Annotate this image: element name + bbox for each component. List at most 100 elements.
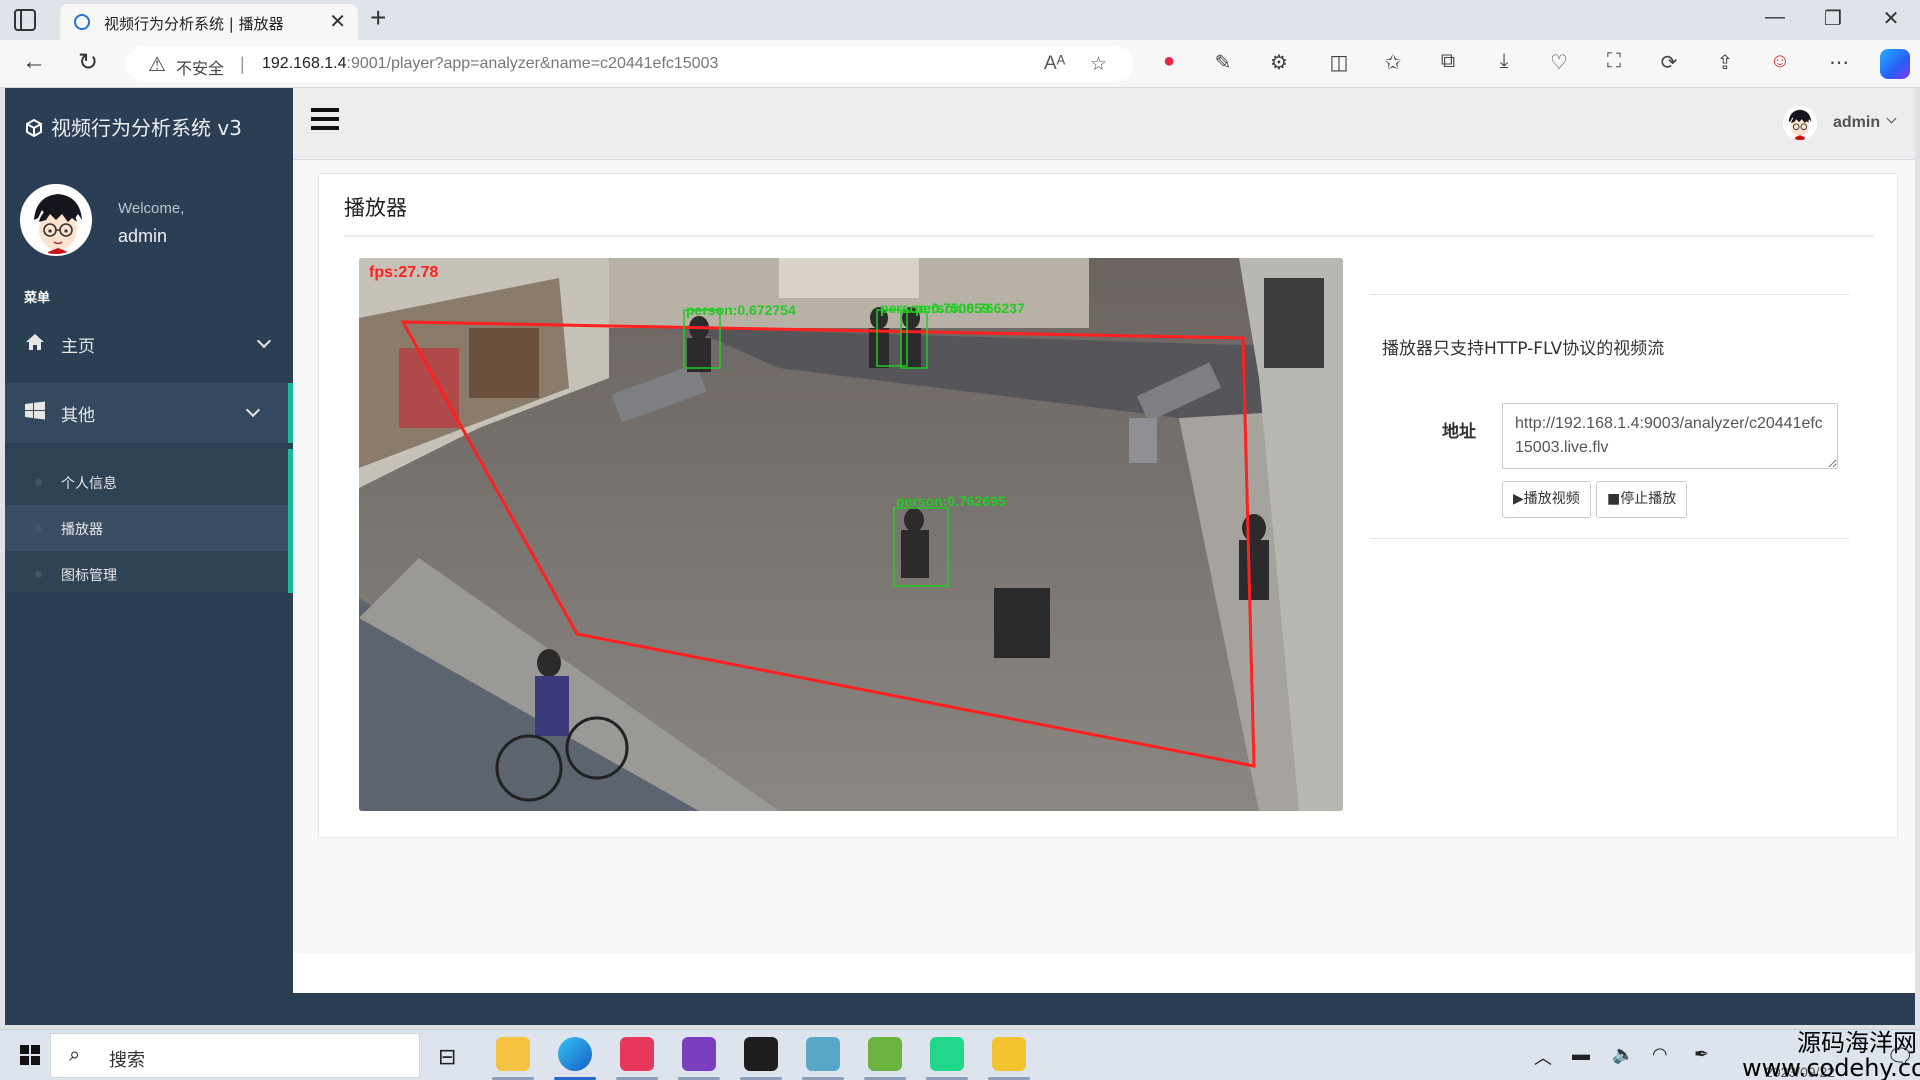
volume-icon[interactable]: 🔈: [1612, 1044, 1634, 1065]
pycharm-icon[interactable]: [930, 1037, 964, 1071]
cube-icon: [26, 119, 42, 137]
address-bar[interactable]: ⚠ 不安全 | 192.168.1.4:9001/player?app=anal…: [126, 46, 1134, 82]
app-blue-icon[interactable]: [806, 1037, 840, 1071]
app-pink-icon[interactable]: [620, 1037, 654, 1071]
maximize-icon[interactable]: ❐: [1810, 6, 1856, 31]
chevron-down-icon: [256, 333, 272, 349]
submenu-item-label: 图标管理: [61, 568, 117, 584]
extensions-icon[interactable]: ⚙: [1265, 50, 1293, 75]
task-view-icon[interactable]: ⊟: [438, 1044, 456, 1070]
split-screen-icon[interactable]: ◫: [1325, 50, 1353, 75]
chevron-down-icon: [245, 402, 261, 418]
warning-icon[interactable]: ⚠: [148, 52, 166, 77]
url-text[interactable]: 192.168.1.4:9001/player?app=analyzer&nam…: [262, 55, 718, 73]
home-icon: [26, 334, 44, 350]
menu-toggle-icon[interactable]: [311, 108, 339, 132]
browser-tab-active[interactable]: 视频行为分析系统 | 播放器 ✕: [60, 4, 358, 40]
share-icon[interactable]: ⇪: [1711, 50, 1739, 75]
edge-browser-icon[interactable]: [558, 1037, 592, 1071]
python-icon[interactable]: [992, 1037, 1026, 1071]
read-aloud-icon[interactable]: Aᴬ: [1044, 53, 1065, 75]
app-green-icon[interactable]: [868, 1037, 902, 1071]
player-controls: 播放器只支持HTTP-FLV协议的视频流 地址 http://192.168.1…: [1370, 294, 1850, 539]
favorites-icon[interactable]: ✩: [1379, 50, 1407, 75]
submenu-item-icons[interactable]: 图标管理: [5, 551, 288, 597]
stop-play-button[interactable]: ■停止播放: [1596, 481, 1688, 518]
detection-label: person:0.672754: [686, 302, 796, 318]
divider: [344, 235, 1874, 237]
play-icon: ▶: [1513, 491, 1524, 507]
browser-toolbar: ← ↻ ⚠ 不安全 | 192.168.1.4:9001/player?app=…: [0, 40, 1920, 88]
chevron-up-icon[interactable]: ︿: [1534, 1044, 1552, 1070]
app-root: 视频行为分析系统 v3 Welcome, admin 菜单 主页 其他 个人信息…: [5, 88, 1915, 1025]
browser-essentials-icon[interactable]: ⟳: [1655, 50, 1683, 75]
divider: [1370, 538, 1850, 539]
color-extension-icon[interactable]: ●: [1155, 50, 1183, 73]
notification-icon[interactable]: 🗨: [1886, 1044, 1914, 1070]
submenu-item-label: 个人信息: [61, 476, 117, 492]
taskbar: ⌕ 搜索 ⊟ ︿ ▬ 🔈 ◠ ✒ 2023/09/22 源码海洋网 www.co…: [0, 1029, 1920, 1080]
player-info-text: 播放器只支持HTTP-FLV协议的视频流: [1382, 339, 1665, 359]
tab-actions-icon[interactable]: [14, 9, 36, 31]
video-frame: person:0.672754 person:0.750859 person:0…: [359, 258, 1343, 811]
performance-icon[interactable]: ♡: [1545, 50, 1573, 75]
file-explorer-icon[interactable]: [496, 1037, 530, 1071]
tab-favicon-icon: [74, 14, 90, 30]
video-player[interactable]: person:0.672754 person:0.750859 person:0…: [359, 258, 1343, 811]
menu-item-other[interactable]: 其他: [5, 383, 293, 443]
back-icon[interactable]: ←: [22, 48, 46, 76]
submenu-item-player[interactable]: 播放器: [5, 505, 288, 551]
windows-icon: [25, 401, 45, 420]
battery-icon[interactable]: ▬: [1572, 1044, 1590, 1065]
taskbar-search-placeholder: 搜索: [109, 1050, 145, 1071]
sidebar: 视频行为分析系统 v3 Welcome, admin 菜单 主页 其他 个人信息…: [5, 88, 293, 1025]
stop-play-label: 停止播放: [1620, 491, 1677, 507]
submenu-item-label: 播放器: [61, 522, 103, 538]
new-tab-icon[interactable]: +: [370, 2, 386, 34]
submenu-item-profile[interactable]: 个人信息: [5, 459, 288, 505]
search-icon: ⌕: [69, 1044, 81, 1066]
favorite-star-icon[interactable]: ☆: [1090, 53, 1107, 76]
tab-title: 视频行为分析系统 | 播放器: [104, 15, 284, 33]
pen-extension-icon[interactable]: ✎: [1209, 50, 1237, 75]
insecure-label[interactable]: 不安全: [176, 55, 224, 79]
chevron-down-icon[interactable]: [1886, 113, 1897, 124]
profile-extension-icon[interactable]: ☺: [1766, 50, 1794, 73]
network-icon[interactable]: ◠: [1652, 1044, 1668, 1065]
divider: [1370, 294, 1850, 295]
taskbar-search[interactable]: ⌕ 搜索: [50, 1033, 420, 1078]
pen-icon[interactable]: ✒: [1694, 1044, 1709, 1065]
brand[interactable]: 视频行为分析系统 v3: [25, 112, 242, 141]
nav-user-name[interactable]: admin: [1833, 114, 1880, 132]
windows-start-icon[interactable]: [20, 1045, 40, 1065]
address-label: 地址: [1442, 422, 1476, 442]
refresh-icon[interactable]: ↻: [78, 48, 98, 77]
avatar-image: [1783, 106, 1817, 140]
player-panel: 播放器 person:0.672754 person:0.750859 pers…: [318, 173, 1898, 838]
menu-item-other-label: 其他: [61, 406, 95, 426]
close-window-icon[interactable]: ✕: [1868, 6, 1914, 31]
more-menu-icon[interactable]: ⋯: [1825, 50, 1853, 75]
copilot-icon[interactable]: [1880, 49, 1910, 79]
menu-item-home[interactable]: 主页: [5, 318, 293, 370]
downloads-icon[interactable]: ⤓: [1490, 50, 1518, 73]
screenshot-icon[interactable]: ⛶: [1600, 50, 1628, 73]
footer: [293, 953, 1915, 993]
detection-label: person:0.762695: [896, 493, 1006, 509]
terminal-icon[interactable]: [744, 1037, 778, 1071]
detection-label: person:0.766237: [915, 300, 1025, 316]
top-nav: admin: [293, 88, 1915, 160]
tab-close-icon[interactable]: ✕: [329, 9, 346, 34]
visual-studio-icon[interactable]: [682, 1037, 716, 1071]
minimize-icon[interactable]: —: [1752, 6, 1798, 29]
bullet-icon: [35, 525, 42, 532]
menu-heading: 菜单: [24, 291, 51, 306]
collections-icon[interactable]: ⧉: [1434, 50, 1462, 73]
welcome-text: Welcome,: [118, 200, 185, 217]
nav-avatar[interactable]: [1783, 106, 1817, 140]
fps-label: fps:27.78: [369, 264, 439, 281]
bullet-icon: [35, 479, 42, 486]
stop-icon: ■: [1607, 491, 1621, 507]
play-video-button[interactable]: ▶播放视频: [1502, 481, 1591, 518]
stream-address-input[interactable]: http://192.168.1.4:9003/analyzer/c20441e…: [1502, 403, 1838, 469]
